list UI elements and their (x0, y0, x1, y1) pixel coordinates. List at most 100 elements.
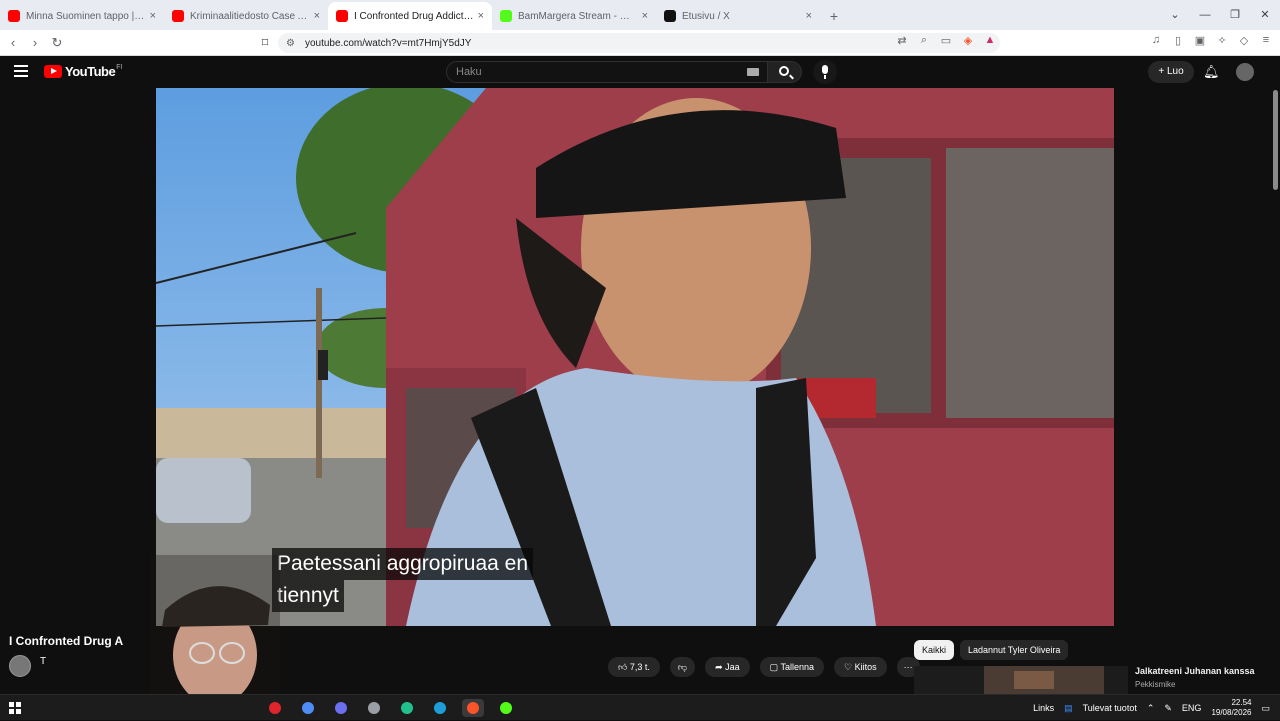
address-bar: ‹ › ↻ ⌑ ⚙ youtube.com/watch?v=mt7HmjY5dJ… (0, 30, 1280, 56)
tab-search-icon[interactable]: ⌄ (1160, 0, 1190, 30)
search-button[interactable] (768, 61, 802, 83)
clock-time: 22.54 (1231, 698, 1252, 707)
search-input[interactable]: Haku (446, 61, 768, 83)
hamburger-menu-icon[interactable] (14, 65, 28, 77)
close-icon[interactable]: × (806, 10, 812, 22)
youtube-icon (336, 10, 348, 22)
settings-icon[interactable] (363, 699, 385, 717)
thumbs-down-icon: 👎︎ (677, 662, 688, 672)
cast-icon[interactable]: ▭ (938, 34, 954, 47)
forward-icon[interactable]: › (24, 35, 46, 50)
omnibox-actions: ⇄ ⌕ ▭ ◈ ▲ (894, 34, 998, 47)
keyboard-icon[interactable] (747, 68, 759, 76)
chat-app-icon[interactable] (396, 699, 418, 717)
window-controls: ⌄ — ❐ ✕ (1160, 0, 1280, 30)
clock-date: 19/08/2026 (1211, 708, 1252, 717)
widget-icon[interactable]: ▤ (1064, 703, 1073, 714)
url-field[interactable]: ⚙ youtube.com/watch?v=mt7HmjY5dJY (278, 33, 1000, 53)
url-text: youtube.com/watch?v=mt7HmjY5dJY (304, 37, 472, 49)
save-button[interactable]: ▢ Tallenna (759, 657, 824, 677)
dislike-button[interactable]: 👎︎ (669, 657, 696, 677)
language-indicator[interactable]: ENG (1182, 703, 1202, 713)
save-icon: ▢ (769, 662, 781, 672)
chip-uploader[interactable]: Ladannut Tyler Oliveira (960, 640, 1069, 660)
webcam-overlay (150, 555, 280, 694)
site-info-icon[interactable]: ⚙ (286, 38, 295, 49)
kick-app-icon[interactable] (495, 699, 517, 717)
search-placeholder: Haku (456, 66, 482, 78)
system-tray: Links ▤ Tulevat tuotot ⌃ ✎ ENG 22.54 19/… (1033, 695, 1280, 721)
browser-tab[interactable]: Etusivu / X × (656, 2, 820, 30)
caption-line: tiennyt (272, 580, 344, 612)
brave-icon[interactable] (462, 699, 484, 717)
logo-region: FI (116, 64, 123, 71)
browser-tab[interactable]: BamMargera Stream - Watch Live on × (492, 2, 656, 30)
restore-icon[interactable]: ❐ (1220, 0, 1250, 30)
share-icon: ➦ (715, 662, 726, 672)
sidebar-icon[interactable]: ▯ (1170, 34, 1186, 47)
bookmark-icon[interactable]: ⌑ (254, 35, 276, 51)
close-icon[interactable]: × (478, 10, 484, 22)
close-icon[interactable]: × (642, 10, 648, 22)
brave-shield-icon[interactable]: ◈ (960, 34, 976, 47)
youtube-logo[interactable]: YouTube FI (44, 64, 122, 79)
reload-icon[interactable]: ↻ (46, 35, 68, 51)
tray-overflow-icon[interactable]: ⌃ (1147, 703, 1155, 714)
browser-tab-strip: Minna Suominen tappo | 23 vuotias - H × … (0, 0, 1280, 30)
back-icon[interactable]: ‹ (2, 35, 24, 50)
discord-icon[interactable] (330, 699, 352, 717)
recommendation-channel[interactable]: Pekkismike (1135, 680, 1175, 689)
voice-search-icon[interactable] (813, 60, 837, 84)
vpn-icon[interactable]: ◇ (1236, 34, 1252, 47)
menu-icon[interactable]: ≡ (1258, 34, 1274, 47)
share-button[interactable]: ➦ Jaa (705, 657, 750, 677)
recommendation-thumbnail[interactable] (914, 666, 1128, 694)
media-icon[interactable]: ♫ (1148, 34, 1164, 47)
browser-tab[interactable]: Kriminaalitiedosto Case Auer - YouTube × (164, 2, 328, 30)
windows-start-icon[interactable] (9, 702, 21, 714)
search-icon (779, 66, 789, 76)
minimize-icon[interactable]: — (1190, 0, 1220, 30)
create-button[interactable]: + Luo (1148, 61, 1194, 83)
opera-icon[interactable] (264, 699, 286, 717)
browser-tab[interactable]: Minna Suominen tappo | 23 vuotias - H × (0, 2, 164, 30)
caption-line: Paetessani aggropiruaa en (272, 548, 534, 580)
brave-rewards-icon[interactable]: ▲ (982, 34, 998, 47)
recommendation-chips: Kaikki Ladannut Tyler Oliveira (914, 640, 1069, 660)
like-button[interactable]: 👍︎ 7,3 t. (608, 657, 660, 677)
close-window-icon[interactable]: ✕ (1250, 0, 1280, 30)
video-frame (156, 88, 1114, 626)
photos-icon[interactable] (297, 699, 319, 717)
links-toolbar[interactable]: Links (1033, 703, 1054, 713)
video-player[interactable]: Paetessani aggropiruaa en tiennyt (156, 88, 1114, 626)
widget-label[interactable]: Tulevat tuotot (1083, 703, 1137, 713)
heart-icon: ♡ (844, 662, 855, 672)
edge-icon[interactable] (429, 699, 451, 717)
youtube-icon (172, 10, 184, 22)
notifications-icon[interactable]: ▭ (1261, 703, 1270, 714)
notifications-bell-icon[interactable]: 🔔︎ (1203, 64, 1220, 79)
chip-all[interactable]: Kaikki (914, 640, 955, 660)
channel-avatar[interactable] (9, 655, 31, 677)
tab-title: Minna Suominen tappo | 23 vuotias - H (26, 10, 146, 22)
kick-icon (500, 10, 512, 22)
account-avatar[interactable] (1236, 63, 1254, 81)
pen-icon[interactable]: ✎ (1164, 703, 1172, 714)
wallet-icon[interactable]: ▣ (1192, 34, 1208, 47)
logo-word: YouTube (65, 64, 116, 79)
recommendation-title[interactable]: Jalkatreeni Juhanan kanssa (1135, 666, 1255, 676)
page-scrollbar[interactable] (1270, 88, 1280, 694)
thanks-button[interactable]: ♡ Kiitos (834, 657, 887, 677)
tab-title: BamMargera Stream - Watch Live on (518, 10, 638, 22)
leo-icon[interactable]: ✧ (1214, 34, 1230, 47)
translate-icon[interactable]: ⇄ (894, 34, 910, 47)
scrollbar-thumb[interactable] (1273, 90, 1278, 190)
browser-tab-active[interactable]: I Confronted Drug Addicts in × (328, 2, 492, 30)
like-count: 7,3 t. (629, 662, 650, 672)
zoom-icon[interactable]: ⌕ (916, 34, 932, 47)
channel-name[interactable]: T (40, 656, 46, 667)
clock[interactable]: 22.54 19/08/2026 (1211, 698, 1251, 718)
close-icon[interactable]: × (150, 10, 156, 22)
new-tab-button[interactable]: + (820, 2, 848, 30)
close-icon[interactable]: × (314, 10, 320, 22)
